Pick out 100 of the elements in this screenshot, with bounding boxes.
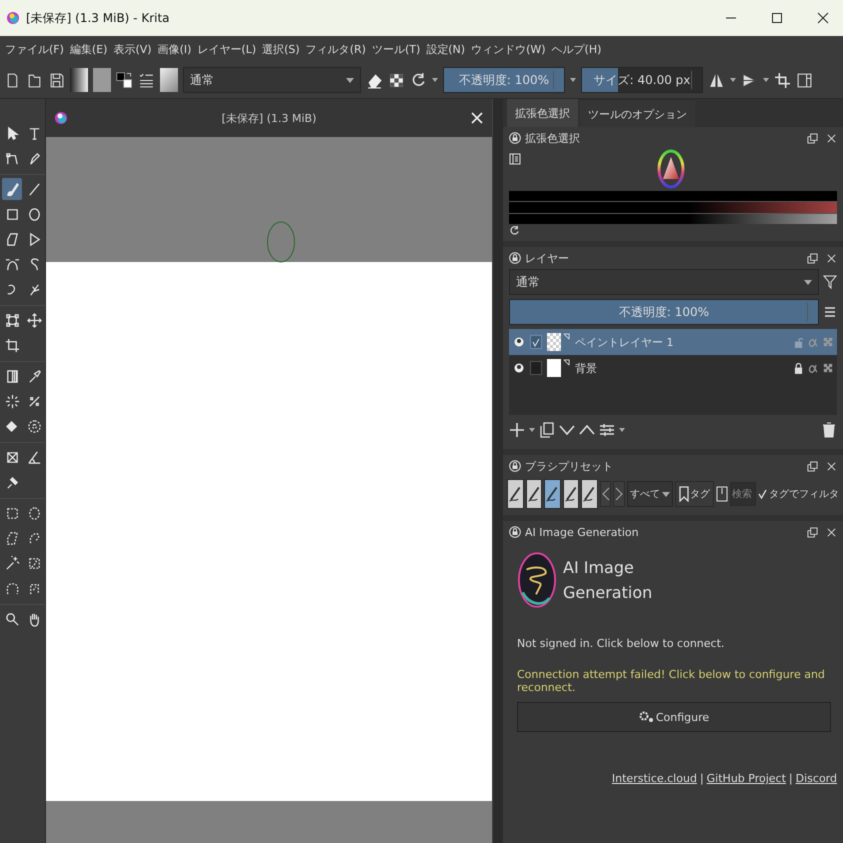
next-button[interactable] [613, 481, 626, 507]
menu-item[interactable]: ファイル(F) [2, 42, 67, 56]
pattern-swatch[interactable] [93, 68, 111, 92]
float-icon[interactable] [807, 132, 818, 144]
menu-item[interactable]: 表示(V) [110, 42, 155, 56]
menu-item[interactable]: 編集(E) [66, 42, 110, 56]
magnifier-icon [4, 612, 20, 626]
trash-icon[interactable] [821, 422, 837, 438]
menu-item[interactable]: 設定(N) [423, 42, 468, 56]
close-icon[interactable] [817, 12, 829, 24]
curve-icon [4, 256, 20, 272]
wrap-around-icon[interactable] [774, 72, 791, 88]
menu-item[interactable]: 選択(S) [259, 42, 303, 56]
size-slider[interactable]: サイズ: 40.00 px [581, 67, 703, 93]
paint-layer-icon [563, 333, 570, 340]
gradient-swatch[interactable] [70, 68, 88, 92]
reload-icon[interactable] [410, 72, 427, 88]
opacity-slider[interactable]: 不透明度: 100% [443, 67, 565, 93]
separator-text: | [700, 772, 704, 785]
dashed-ellipse-icon [26, 506, 42, 520]
brush-preset[interactable] [562, 479, 580, 509]
lock-icon[interactable] [509, 132, 521, 144]
mirror-horizontal-icon[interactable] [708, 72, 725, 88]
blend-mode-dropdown[interactable]: 通常 [183, 67, 361, 93]
filter-icon[interactable] [823, 274, 837, 290]
menu-item[interactable]: ツール(T) [368, 42, 424, 56]
dashed-lasso-icon [26, 530, 42, 546]
dashed-curve-icon [4, 580, 20, 596]
layer-row[interactable]: ペイントレイヤー 1 [509, 329, 837, 355]
tag-button[interactable]: タグ [675, 481, 714, 507]
menu-item[interactable]: ウィンドウ(W) [468, 42, 549, 56]
angle-icon [26, 450, 42, 464]
settings-list-icon[interactable] [509, 153, 521, 165]
float-icon[interactable] [807, 460, 818, 472]
error-message: Connection attempt failed! Click below to configure and reconnect. [517, 668, 826, 694]
chevron-left-icon [602, 487, 610, 501]
app-logo-icon [54, 111, 68, 125]
lock-icon[interactable] [509, 252, 521, 264]
panel-title: AI Image Generation [525, 526, 640, 538]
footer-link[interactable]: Interstice.cloud [612, 772, 697, 785]
menu-item[interactable]: 画像(I) [154, 42, 194, 56]
duplicate-icon[interactable] [539, 422, 555, 438]
menu-item[interactable]: レイヤー(L) [194, 42, 260, 56]
lock-icon[interactable] [509, 526, 521, 538]
sliders-icon[interactable] [599, 422, 615, 438]
mirror-vertical-icon[interactable] [741, 72, 758, 88]
brush-preset[interactable] [581, 479, 598, 509]
scrollbar[interactable] [492, 99, 503, 843]
panel-layout-icon[interactable] [796, 72, 813, 88]
brush-preset[interactable] [544, 479, 561, 509]
checkerboard-icon[interactable] [823, 336, 833, 348]
tag-filter-dropdown[interactable]: すべて [627, 481, 674, 507]
checkerboard-icon[interactable] [823, 362, 833, 374]
gears-icon [638, 711, 654, 723]
padlock-icon[interactable] [794, 362, 803, 374]
checkerboard-icon[interactable] [388, 72, 405, 88]
ellipse-icon [26, 206, 42, 222]
eraser-icon[interactable] [366, 72, 383, 88]
layer-checkbox[interactable] [530, 335, 542, 349]
menu-item[interactable]: フィルタ(R) [302, 42, 369, 56]
brush-preset-thumbnail[interactable] [160, 68, 178, 92]
eye-icon[interactable] [513, 362, 525, 374]
float-icon[interactable] [807, 252, 818, 264]
previous-button[interactable] [600, 481, 612, 507]
menu-item[interactable]: ヘルプ(H) [548, 42, 604, 56]
checkmark-icon [532, 338, 540, 346]
list-icon[interactable] [138, 72, 155, 88]
alpha-icon[interactable] [808, 362, 818, 374]
eye-icon[interactable] [513, 336, 525, 348]
color-wheel-drawing[interactable] [657, 149, 685, 189]
float-icon[interactable] [807, 526, 818, 538]
foreground-background-color-icon[interactable] [116, 72, 133, 88]
reload-icon[interactable] [509, 225, 520, 236]
layer-name: ペイントレイヤー 1 [575, 334, 674, 350]
panel-title: 拡張色選択 [525, 130, 581, 146]
layer-checkbox[interactable] [530, 361, 542, 375]
dock-tab[interactable]: 拡張色選択 [507, 99, 578, 127]
color-sliders-drawing[interactable] [509, 191, 837, 224]
tool-button[interactable] [2, 178, 22, 200]
footer-link[interactable]: Discord [796, 772, 837, 785]
footer-link[interactable]: GitHub Project [706, 772, 786, 785]
window-title: [未保存] (1.3 MiB) - Krita [26, 10, 170, 26]
tag-filter-checkbox[interactable]: タグでフィルタ [758, 487, 840, 501]
brush-preset[interactable] [507, 479, 524, 509]
app-logo-icon [6, 10, 20, 26]
lock-icon[interactable] [509, 460, 521, 472]
folder-icon[interactable] [26, 72, 43, 88]
sparkle-icon [4, 394, 20, 408]
transform-icon [4, 312, 20, 328]
brush-preset[interactable] [526, 479, 542, 509]
save-icon[interactable] [48, 72, 65, 88]
layer-row[interactable]: 背景 [509, 355, 837, 381]
gradient-icon [4, 368, 20, 384]
maximize-icon[interactable] [771, 12, 783, 24]
add-icon[interactable] [509, 422, 525, 438]
configure-button[interactable]: Configure [517, 702, 831, 732]
blend-mode-dropdown[interactable]: 通常 [509, 269, 819, 295]
opacity-slider[interactable]: 不透明度: 100% [509, 299, 819, 325]
search-field[interactable]: 検索 [730, 482, 756, 506]
dock-tab[interactable]: ツールのオプション [580, 101, 695, 127]
